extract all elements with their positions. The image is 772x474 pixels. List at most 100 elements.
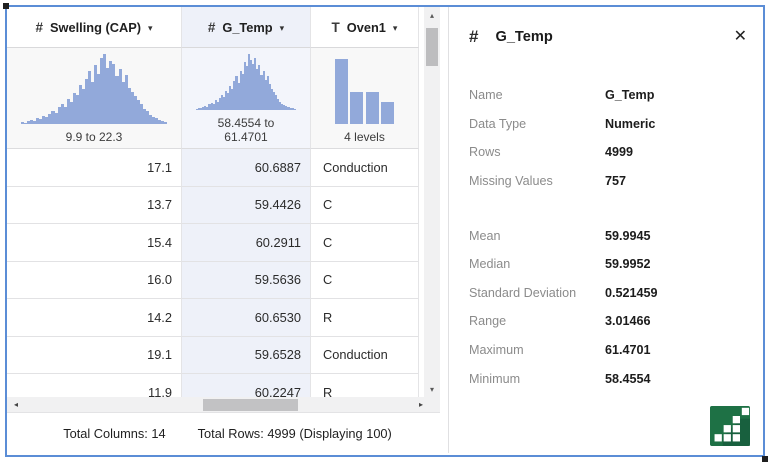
horizontal-scrollbar-thumb[interactable] [203,399,298,411]
numeric-type-icon: # [469,27,479,46]
stat-value: 58.4554 [605,371,651,386]
table-row: 14.2 60.6530 R [7,299,448,337]
table-row: 19.1 59.6528 Conduction [7,336,448,374]
stat-value: 59.9945 [605,228,651,243]
table-footer: Total Columns: 14 Total Rows: 4999 (Disp… [7,414,448,453]
column-menu-caret-icon[interactable]: ▾ [280,21,285,34]
table-cell[interactable]: C [311,186,419,224]
table-cell[interactable]: C [311,224,419,262]
numeric-type-icon: # [207,19,216,35]
stat-label: Range [469,314,507,329]
table-cell[interactable]: 59.6528 [182,336,311,374]
column-header-oven1[interactable]: T Oven1 ▾ [311,7,419,48]
table-pane: # Swelling (CAP) ▾ # G_Temp ▾ T Oven1 ▾ [7,7,448,453]
stat-value: 61.4701 [605,343,651,358]
crop-handle [3,3,9,9]
summary-oven1[interactable]: 4 levels [311,48,419,149]
stat-field: Mean 59.9945 [469,221,751,250]
column-name: Oven1 [346,19,386,35]
stat-label: Median [469,257,511,272]
histogram-swelling [21,54,168,124]
stat-label: Minimum [469,371,521,386]
scroll-left-icon[interactable]: ◂ [9,397,23,413]
table-cell[interactable]: 17.1 [7,149,182,187]
summary-levels-label: 4 levels [344,130,385,144]
stat-label: Standard Deviation [469,285,577,300]
table-cell[interactable]: 15.4 [7,224,182,262]
scroll-down-icon[interactable]: ▾ [424,385,440,394]
table-cell[interactable]: 59.5636 [182,261,311,299]
table-row: 11.9 60.2247 R [7,374,448,397]
panel-fields: Name G_Temp Data Type Numeric Rows 4999 Missin… [469,81,751,393]
column-name: Swelling (CAP) [49,19,141,35]
stat-field: Rows 4999 [469,138,751,167]
vertical-scrollbar-thumb[interactable] [426,28,438,66]
stat-value: Numeric [605,116,656,131]
stat-value: 4999 [605,145,634,160]
table-cell[interactable]: Conduction [311,336,419,374]
scroll-right-icon[interactable]: ▸ [414,397,428,413]
stat-field: Standard Deviation 0.521459 [469,279,751,308]
crop-handle [762,456,768,462]
column-header-gtemp[interactable]: # G_Temp ▾ [182,7,311,48]
stat-value: G_Temp [605,88,655,103]
table-cell[interactable]: R [311,299,419,337]
stats-chart-icon[interactable] [710,406,750,446]
stat-field: Range 3.01466 [469,307,751,336]
close-icon[interactable]: ✕ [732,27,749,47]
column-header-row: # Swelling (CAP) ▾ # G_Temp ▾ T Oven1 ▾ [7,7,448,48]
stat-label: Rows [469,145,501,160]
stat-field: Maximum 61.4701 [469,336,751,365]
stat-label: Data Type [469,116,527,131]
scroll-up-icon[interactable]: ▴ [424,11,440,20]
table-cell[interactable]: 13.7 [7,186,182,224]
bar [350,91,364,124]
stat-label: Maximum [469,343,524,358]
stat-label: Name [469,88,503,103]
horizontal-scrollbar[interactable]: ◂ ▸ [7,397,440,413]
summary-swelling[interactable]: 9.9 to 22.3 [7,48,182,149]
stat-field: Name G_Temp [469,81,751,110]
summary-gtemp[interactable]: 58.4554 to 61.4701 [182,48,311,149]
stat-field: Median 59.9952 [469,250,751,279]
stat-label: Missing Values [469,174,553,189]
panel-header: # G_Temp ✕ [469,24,749,50]
table-cell[interactable]: 14.2 [7,299,182,337]
numeric-type-icon: # [35,19,43,35]
table-cell[interactable]: R [311,374,419,397]
data-table-window: # Swelling (CAP) ▾ # G_Temp ▾ T Oven1 ▾ [5,5,765,457]
table-cell[interactable]: 60.2911 [182,224,311,262]
table-cell[interactable]: C [311,261,419,299]
histogram-gtemp [196,54,296,110]
column-name: G_Temp [222,19,273,35]
column-detail-panel: # G_Temp ✕ Name G_Temp Data Type Numeric Row… [449,7,763,453]
table-cell[interactable]: 16.0 [7,261,182,299]
summary-range-label: 9.9 to 22.3 [65,130,123,144]
data-rows: 17.1 60.6887 Conduction 13.7 59.4426 C 15.4 60.… [7,149,448,397]
column-menu-caret-icon[interactable]: ▾ [148,21,153,34]
total-rows-label: Total Rows: 4999 (Displaying 100) [197,426,392,441]
table-row: 15.4 60.2911 C [7,224,448,262]
bar [380,102,394,124]
stat-field: Data Type Numeric [469,110,751,139]
table-cell[interactable]: 11.9 [7,374,182,397]
column-menu-caret-icon[interactable]: ▾ [393,21,398,34]
stat-label: Mean [469,228,501,243]
column-header-swelling[interactable]: # Swelling (CAP) ▾ [7,7,182,48]
stat-value: 3.01466 [605,314,651,329]
table-cell[interactable]: 59.4426 [182,186,311,224]
bar [335,58,348,124]
text-type-icon: T [331,19,340,35]
table-cell[interactable]: Conduction [311,149,419,187]
stat-field: Minimum 58.4554 [469,364,751,393]
total-columns-label: Total Columns: 14 [63,426,166,441]
screenshot-root: # Swelling (CAP) ▾ # G_Temp ▾ T Oven1 ▾ [0,0,772,474]
table-cell[interactable]: 19.1 [7,336,182,374]
panel-title: G_Temp [495,29,553,45]
table-cell[interactable]: 60.6530 [182,299,311,337]
bar-chart-oven1 [325,54,404,124]
table-cell[interactable]: 60.6887 [182,149,311,187]
table-cell[interactable]: 60.2247 [182,374,311,397]
vertical-scrollbar[interactable]: ▴ ▾ [424,7,440,397]
stat-value: 59.9952 [605,257,651,272]
